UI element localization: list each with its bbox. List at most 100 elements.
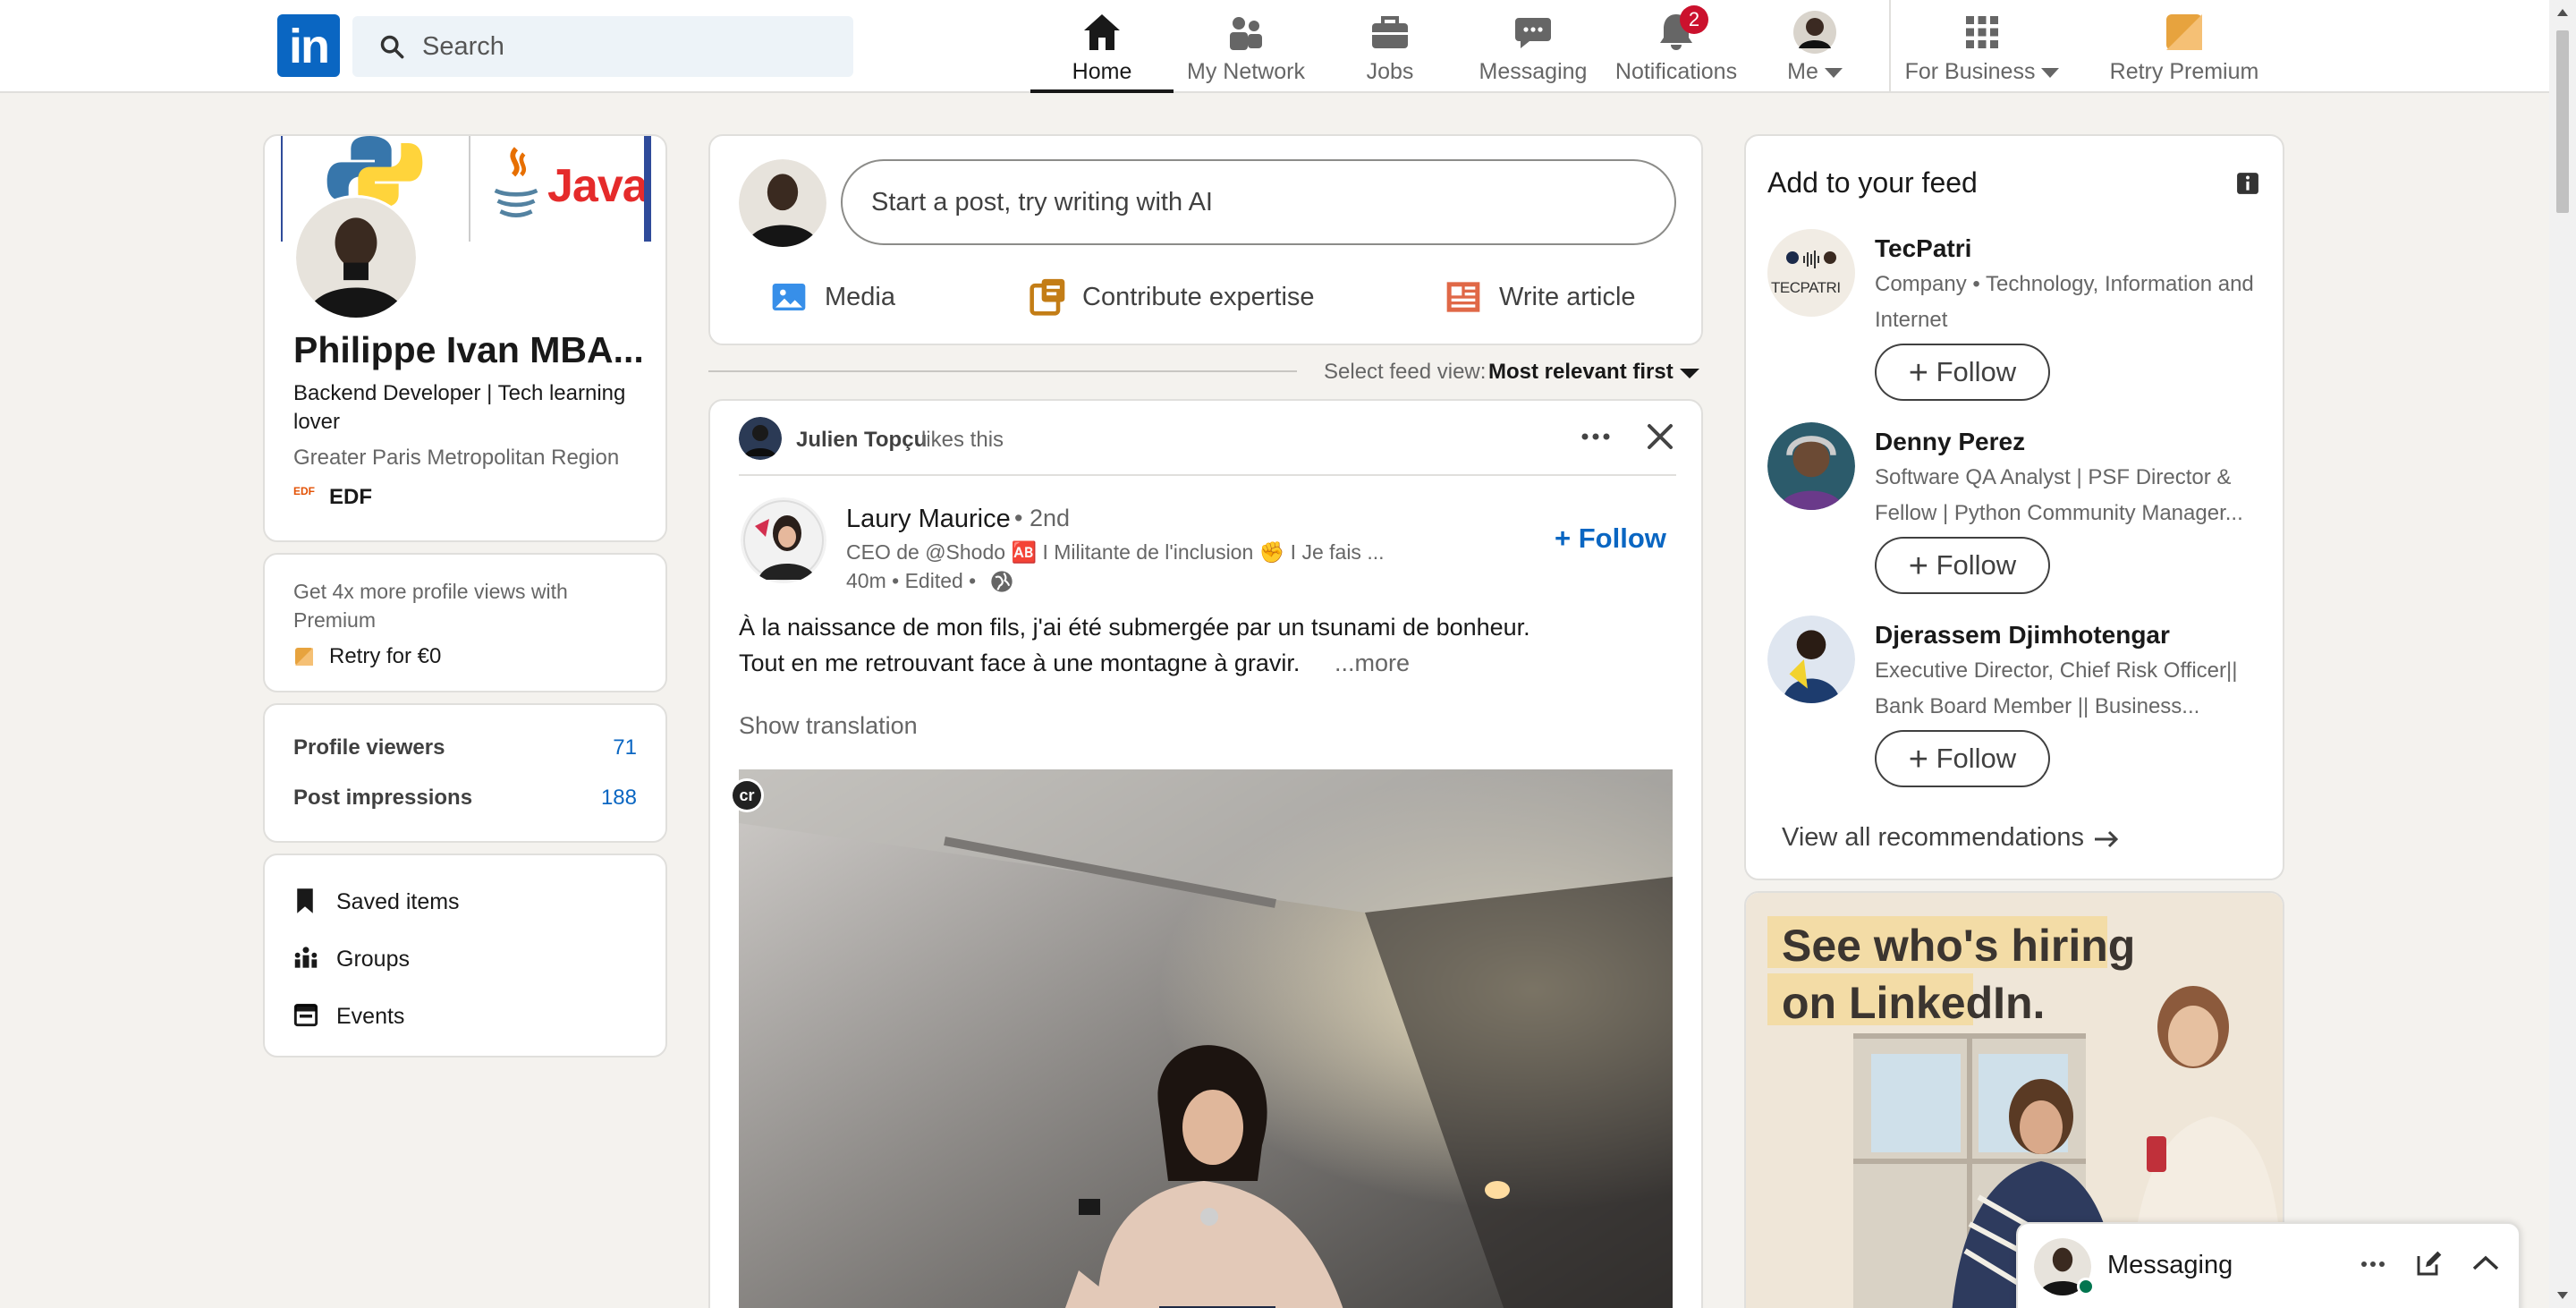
profile-stats-card: Profile viewers 71 Post impressions 188 (263, 703, 667, 843)
more-options-icon[interactable] (1580, 429, 1612, 444)
follow-button-djerassem[interactable]: + Follow (1875, 730, 2050, 787)
scroll-up-arrow-icon[interactable] (2557, 9, 2568, 16)
retry-premium-link[interactable]: Retry for €0 (329, 644, 441, 669)
more-options-icon[interactable] (2360, 1258, 2386, 1270)
stat-row-profile-viewers[interactable]: Profile viewers 71 (265, 721, 665, 771)
suggestion-desc-line2: Fellow | Python Community Manager... (1875, 501, 2243, 525)
messaging-label: Messaging (2107, 1251, 2233, 1279)
messaging-overlay[interactable]: Messaging (2016, 1222, 2521, 1308)
post-author-name[interactable]: Laury Maurice (846, 505, 1011, 534)
suggestion-name[interactable]: Djerassem Djimhotengar (1875, 621, 2170, 650)
nav-notifications[interactable]: 2 Notifications (1605, 0, 1748, 93)
post-text-line2: Tout en me retrouvant face à une montagn… (739, 650, 1301, 676)
profile-photo[interactable] (293, 195, 419, 320)
feed-sort-divider (708, 370, 1297, 372)
online-status-dot (2077, 1278, 2095, 1295)
denny-perez-avatar[interactable] (1767, 422, 1855, 510)
post-author-subtitle: CEO de @Shodo 🆎 I Militante de l'inclusi… (846, 540, 1385, 564)
java-cup-icon (494, 147, 538, 217)
follow-label: Follow (1936, 356, 2017, 387)
post-follow-button[interactable]: + Follow (1555, 517, 1680, 562)
linkedin-logo[interactable]: in (277, 14, 340, 77)
contribute-expertise-button[interactable]: Contribute expertise (1029, 267, 1351, 326)
scrollbar-thumb[interactable] (2556, 30, 2569, 213)
content-credentials-badge[interactable]: cr (730, 778, 764, 812)
profile-location: Greater Paris Metropolitan Region (293, 446, 620, 470)
page-scrollbar[interactable] (2549, 0, 2576, 1308)
feed-view-selector[interactable]: Select feed view: Most relevant first (1322, 356, 1703, 388)
tecpatri-logo[interactable]: TECPATRI (1767, 229, 1855, 317)
follow-button-denny-perez[interactable]: + Follow (1875, 537, 2050, 594)
follow-label: Follow (1936, 743, 2017, 774)
search-input[interactable] (422, 16, 834, 77)
nav-home-label: Home (1072, 59, 1132, 84)
feed-view-value: Most relevant first (1488, 360, 1674, 384)
profile-headline-line2: lover (293, 410, 341, 434)
composer-avatar[interactable] (739, 159, 826, 247)
nav-my-network[interactable]: My Network (1174, 0, 1318, 93)
post-follow-label: + Follow (1555, 522, 1666, 554)
search-icon (380, 35, 404, 59)
global-nav: in Home My Network Jobs Messaging 2 Noti… (0, 0, 2549, 93)
nav-for-business-label: For Business (1902, 59, 2063, 85)
nav-jobs[interactable]: Jobs (1318, 0, 1462, 93)
liker-avatar[interactable] (739, 417, 782, 460)
article-icon (1446, 282, 1480, 312)
suggestion-name[interactable]: Denny Perez (1875, 428, 2025, 456)
liker-suffix: likes this (921, 428, 1004, 452)
close-icon[interactable] (1646, 422, 1674, 451)
chevron-down-icon (1680, 369, 1699, 378)
media-label: Media (825, 283, 895, 311)
briefcase-icon (1372, 16, 1408, 48)
profile-headline-line1: Backend Developer | Tech learning (293, 381, 626, 405)
arrow-right-icon (2095, 830, 2119, 848)
suggestion-name[interactable]: TecPatri (1875, 234, 1971, 263)
shortcut-label: Saved items (336, 889, 460, 914)
chevron-down-icon (2041, 67, 2060, 78)
search-box[interactable] (352, 16, 853, 77)
liker-name[interactable]: Julien Topçu (796, 428, 927, 453)
start-post-button[interactable]: Start a post, try writing with AI (841, 159, 1676, 245)
follow-label: Follow (1936, 549, 2017, 581)
shortcut-events[interactable]: Events (265, 989, 665, 1043)
view-all-recommendations-link[interactable]: View all recommendations (1780, 816, 2138, 859)
djerassem-avatar[interactable] (1767, 616, 1855, 703)
compose-message-icon[interactable] (2415, 1249, 2444, 1278)
nav-for-business[interactable]: For Business (1902, 0, 2063, 93)
post-image[interactable] (739, 769, 1673, 1308)
add-to-feed-title: Add to your feed (1767, 166, 1978, 199)
media-button[interactable]: Media (771, 267, 923, 326)
avatar (1793, 11, 1836, 54)
cr-icon: cr (733, 781, 761, 810)
plus-icon: + (1908, 548, 1928, 585)
image-icon (772, 284, 806, 310)
nav-jobs-label: Jobs (1366, 59, 1414, 84)
stat-row-post-impressions[interactable]: Post impressions 188 (265, 771, 665, 821)
post-author-degree: • 2nd (1014, 505, 1071, 531)
scroll-down-arrow-icon[interactable] (2557, 1292, 2568, 1299)
nav-my-network-label: My Network (1187, 59, 1305, 84)
follow-button-tecpatri[interactable]: + Follow (1875, 344, 2050, 401)
nav-retry-premium-label: Retry Premium (2109, 59, 2259, 84)
write-article-button[interactable]: Write article (1445, 267, 1678, 326)
profile-name[interactable]: Philippe Ivan MBA... (293, 329, 644, 371)
chevron-up-icon[interactable] (2470, 1253, 2501, 1274)
profile-company[interactable]: EDF (329, 485, 372, 510)
see-more-link[interactable]: ...more (1335, 650, 1410, 677)
nav-messaging[interactable]: Messaging (1462, 0, 1605, 93)
shortcut-groups[interactable]: Groups (265, 932, 665, 986)
plus-icon: + (1908, 741, 1928, 778)
add-to-feed-card: Add to your feed TECPATRI TecPatri Compa… (1744, 134, 2284, 880)
show-translation-link[interactable]: Show translation (739, 712, 918, 740)
premium-upsell-card[interactable]: Get 4x more profile views with Premium R… (263, 553, 667, 692)
info-icon[interactable] (2236, 172, 2259, 195)
nav-home[interactable]: Home (1030, 0, 1174, 93)
author-avatar[interactable] (741, 497, 826, 583)
notification-badge: 2 (1680, 5, 1708, 34)
nav-retry-premium[interactable]: Retry Premium (2075, 0, 2293, 93)
feed-post: Julien Topçu likes this Laury Maurice • … (708, 399, 1703, 1308)
nav-me[interactable]: Me (1748, 0, 1882, 93)
shortcut-saved-items[interactable]: Saved items (265, 875, 665, 929)
nav-divider (1889, 0, 1891, 93)
post-divider (739, 474, 1676, 476)
